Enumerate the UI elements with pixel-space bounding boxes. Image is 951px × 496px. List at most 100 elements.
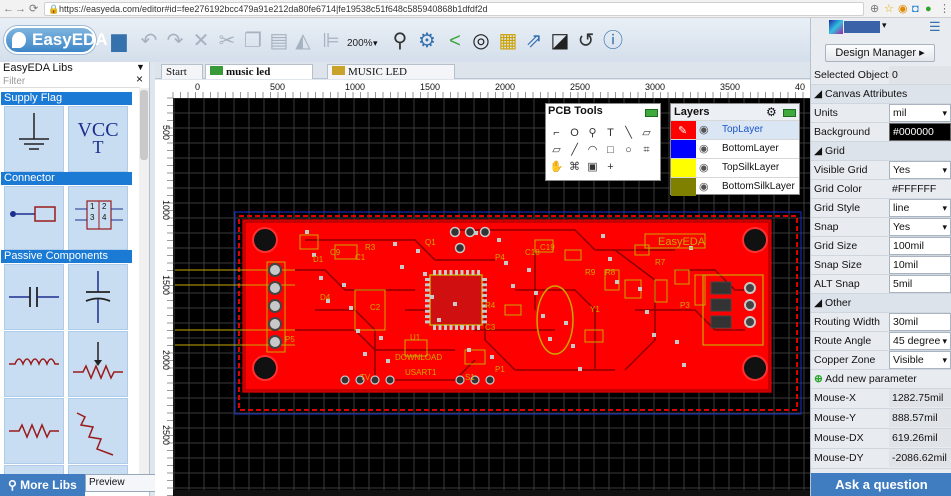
dimension-tool-icon[interactable]: ╱ <box>567 143 582 157</box>
delete-icon[interactable]: ✕ <box>188 28 214 54</box>
find-icon[interactable]: ⚲ <box>387 28 413 54</box>
layer-row-bottom[interactable]: ◉ BottomLayer <box>671 139 799 158</box>
zoom-icon[interactable]: ⊕ <box>870 2 879 16</box>
section-passive-components[interactable]: Passive Components <box>1 250 132 263</box>
copper-area-tool-icon[interactable]: ▱ <box>639 126 654 140</box>
back-arrow-icon[interactable]: ← <box>3 2 14 16</box>
gear-icon[interactable]: ⚙ <box>414 28 440 54</box>
library-title[interactable]: EasyEDA Libs <box>3 62 73 74</box>
hole-tool-icon[interactable]: ⌗ <box>639 143 654 157</box>
layer-row-top[interactable]: ✎ ◉ TopLayer <box>671 120 799 139</box>
grid-color-input[interactable]: #FFFFFF <box>889 180 951 198</box>
layer-color-swatch[interactable]: ✎ <box>671 121 696 139</box>
copper-zone-select[interactable]: Visible <box>889 351 951 369</box>
grid-style-select[interactable]: line <box>889 199 951 217</box>
snap-size-input[interactable]: 10mil <box>889 256 951 274</box>
library-scrollbar[interactable] <box>139 88 149 488</box>
text-tool-icon[interactable]: T <box>603 126 618 140</box>
zoom-select[interactable]: 200% <box>347 38 373 49</box>
avatar[interactable] <box>829 20 843 34</box>
help-icon[interactable]: ⓘ <box>600 28 626 54</box>
layer-row-bottom-silk[interactable]: ◉ BottomSilkLayer <box>671 177 799 196</box>
canvas-origin-tool-icon[interactable]: ⌘ <box>567 160 582 174</box>
route-angle-select[interactable]: 45 degree <box>889 332 951 350</box>
chevron-down-icon[interactable]: ▼ <box>136 62 145 72</box>
minimize-icon[interactable] <box>645 109 658 117</box>
camera-icon[interactable]: ◎ <box>468 28 494 54</box>
crosshair-tool-icon[interactable]: + <box>603 160 618 174</box>
cut-icon[interactable]: ✂ <box>214 28 240 54</box>
ask-question-button[interactable]: Ask a question <box>811 473 951 496</box>
extension-icon[interactable]: ◘ <box>912 2 919 16</box>
tab-music-led-schematic[interactable]: music led <box>205 64 313 79</box>
scrollbar-thumb[interactable] <box>140 90 148 160</box>
rotate-icon[interactable]: ◭ <box>292 28 314 54</box>
pad-tool-icon[interactable]: O <box>567 126 582 140</box>
paste-icon[interactable]: ▤ <box>266 28 292 54</box>
photo-view-icon[interactable]: ◪ <box>547 28 573 54</box>
layer-color-swatch[interactable] <box>671 159 696 177</box>
capacitor-symbol[interactable] <box>4 264 64 330</box>
potentiometer-symbol[interactable] <box>68 331 128 397</box>
section-connector[interactable]: Connector <box>1 172 132 185</box>
hamburger-menu-icon[interactable]: ☰ <box>929 19 941 35</box>
align-icon[interactable]: ⊫ <box>320 28 342 54</box>
eye-icon[interactable]: ◉ <box>699 140 709 158</box>
user-menu[interactable] <box>844 21 880 33</box>
star-icon[interactable]: ☆ <box>884 2 894 16</box>
vcc-symbol[interactable]: VCC T <box>68 106 128 172</box>
easyeda-logo[interactable]: EasyEDA <box>4 26 108 54</box>
rect-tool-icon[interactable]: □ <box>603 143 618 157</box>
gear-icon[interactable]: ⚙ <box>766 105 777 119</box>
more-libs-button[interactable]: ⚲ More Libs <box>0 474 85 496</box>
eye-icon[interactable]: ◉ <box>699 159 709 177</box>
section-supply-flag[interactable]: Supply Flag <box>1 92 132 105</box>
file-folder-icon[interactable]: ▆ <box>106 28 132 54</box>
header-symbol[interactable]: 1 3 2 4 <box>68 186 128 250</box>
bom-icon[interactable]: ▦ <box>495 28 521 54</box>
add-parameter-row[interactable]: ⊕ Add new parameter <box>811 370 951 389</box>
redo-icon[interactable]: ↷ <box>162 28 188 54</box>
reload-icon[interactable]: ⟳ <box>29 2 38 16</box>
via-tool-icon[interactable]: ⚲ <box>585 126 600 140</box>
routing-width-input[interactable]: 30mil <box>889 313 951 331</box>
visible-grid-select[interactable]: Yes <box>889 161 951 179</box>
resistor-symbol[interactable] <box>4 398 64 464</box>
variable-resistor-symbol[interactable] <box>68 398 128 464</box>
tab-music-led-pcb[interactable]: MUSIC LED <box>327 64 455 79</box>
layer-color-swatch[interactable] <box>671 140 696 158</box>
layer-color-swatch[interactable] <box>671 178 696 196</box>
circle-tool-icon[interactable]: ○ <box>621 143 636 157</box>
background-input[interactable]: #000000 <box>889 123 951 141</box>
image-tool-icon[interactable]: ▣ <box>585 160 600 174</box>
tab-start[interactable]: Start <box>161 64 203 79</box>
menu-icon[interactable]: ⋮ <box>939 2 950 16</box>
snap-select[interactable]: Yes <box>889 218 951 236</box>
alt-snap-input[interactable]: 5mil <box>889 275 951 293</box>
connector-symbol[interactable] <box>4 186 64 250</box>
arc-tool-icon[interactable]: ◠ <box>585 143 600 157</box>
minimize-icon[interactable] <box>783 109 796 117</box>
chevron-down-icon[interactable]: ▾ <box>373 38 378 49</box>
undo-icon[interactable]: ↶ <box>136 28 162 54</box>
track-tool-icon[interactable]: ⌐ <box>549 126 564 140</box>
extension-icon[interactable]: ● <box>925 2 932 16</box>
export-icon[interactable]: ⇗ <box>521 28 547 54</box>
section-canvas-attributes[interactable]: ◢ Canvas Attributes <box>811 85 951 104</box>
pan-tool-icon[interactable]: ✋ <box>549 160 564 174</box>
section-grid[interactable]: ◢ Grid <box>811 142 951 161</box>
address-bar[interactable]: 🔒 https://easyeda.com/editor#id=fee276192… <box>44 2 864 16</box>
solid-region-tool-icon[interactable]: ▱ <box>549 143 564 157</box>
history-icon[interactable]: ↺ <box>573 28 599 54</box>
section-other[interactable]: ◢ Other <box>811 294 951 313</box>
units-select[interactable]: mil <box>889 104 951 122</box>
chevron-down-icon[interactable]: ▾ <box>882 20 887 31</box>
line-tool-icon[interactable]: ╲ <box>621 126 636 140</box>
forward-arrow-icon[interactable]: → <box>15 2 26 16</box>
capacitor-vertical-symbol[interactable] <box>68 264 128 330</box>
copy-icon[interactable]: ❐ <box>240 28 266 54</box>
design-manager-button[interactable]: Design Manager ▸ <box>825 44 935 62</box>
eye-icon[interactable]: ◉ <box>699 178 709 196</box>
share-icon[interactable]: < <box>442 28 468 54</box>
layer-row-top-silk[interactable]: ◉ TopSilkLayer <box>671 158 799 177</box>
